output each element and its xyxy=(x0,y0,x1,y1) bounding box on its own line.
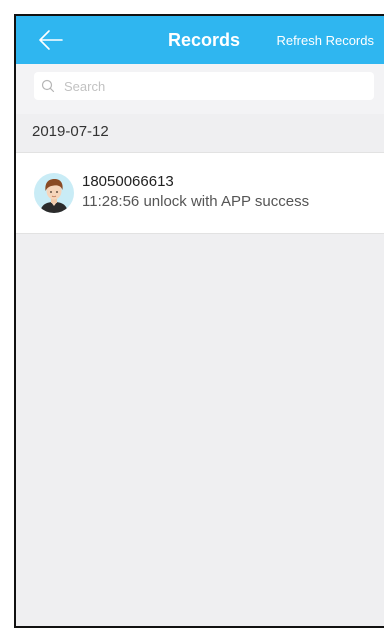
navigation-bar: Records Refresh Records xyxy=(16,16,384,64)
record-phone-number: 18050066613 xyxy=(82,173,174,190)
user-avatar-icon xyxy=(34,173,74,213)
search-input[interactable] xyxy=(64,76,364,96)
refresh-records-button[interactable]: Refresh Records xyxy=(276,33,374,48)
record-list-item[interactable]: 18050066613 11:28:56 unlock with APP suc… xyxy=(16,152,384,234)
record-detail: 11:28:56 unlock with APP success xyxy=(82,193,310,210)
back-button[interactable] xyxy=(38,28,64,52)
date-section-header: 2019-07-12 xyxy=(16,114,384,152)
search-icon xyxy=(41,79,55,93)
arrow-left-icon xyxy=(39,30,63,50)
page-title: Records xyxy=(168,30,241,50)
search-bar xyxy=(16,64,384,114)
search-box[interactable] xyxy=(34,72,374,100)
date-label: 2019-07-12 xyxy=(32,123,109,140)
app-screen: Records Refresh Records 2019-07-12 xyxy=(14,14,384,628)
